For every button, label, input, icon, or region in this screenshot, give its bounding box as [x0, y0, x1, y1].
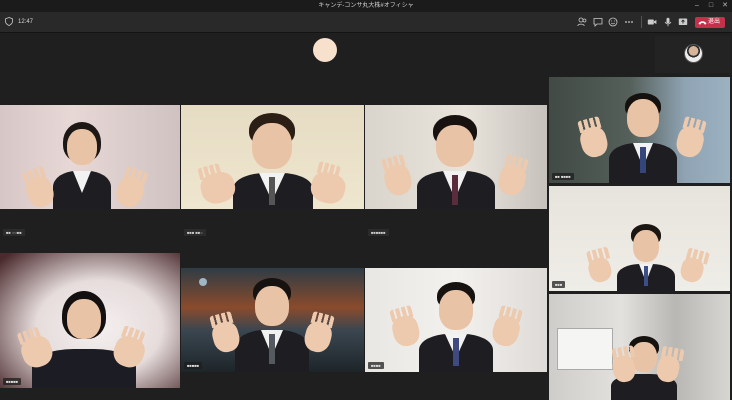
video-tile-4[interactable]: ■■■■■: [0, 253, 180, 388]
participant-9: [599, 334, 689, 400]
more-icon[interactable]: [624, 17, 634, 27]
video-tile-3[interactable]: [365, 105, 547, 209]
reactions-icon[interactable]: [608, 17, 618, 27]
name-label-6: ■■■■: [368, 362, 384, 369]
name-label-1: ■■ ○○■■: [3, 229, 25, 236]
close-icon[interactable]: ✕: [718, 0, 732, 12]
title-bar: キャンデ-コンサ丸大株#オフィシャ – □ ✕: [0, 0, 732, 12]
participant-4: [17, 289, 149, 388]
video-tile-7[interactable]: ■■ ■■■■: [549, 77, 730, 183]
window-title: キャンデ-コンサ丸大株#オフィシャ: [318, 3, 414, 9]
phone-hangup-icon: [698, 21, 707, 25]
share-icon[interactable]: [678, 17, 688, 27]
name-label-4: ■■■■■: [3, 378, 22, 385]
participant-5: [209, 276, 335, 372]
meeting-toolbar: 12:47 退出: [0, 12, 732, 33]
participant-6: [389, 280, 523, 372]
name-label-3: ■■■■■■: [368, 229, 389, 236]
shield-icon: [5, 17, 13, 26]
meeting-timer: 12:47: [18, 19, 34, 25]
name-label-8: ■■■: [552, 281, 566, 288]
name-label-2: ■■■ ■■○: [184, 229, 206, 236]
camera-icon[interactable]: [647, 17, 657, 27]
participant-3: [381, 113, 529, 209]
maximize-icon[interactable]: □: [704, 0, 718, 12]
participant-8: [586, 222, 706, 291]
video-tile-1[interactable]: [0, 105, 180, 209]
name-label-7: ■■ ■■■■: [552, 173, 574, 180]
mic-icon[interactable]: [663, 17, 673, 27]
participants-icon[interactable]: [577, 17, 587, 27]
video-tile-8[interactable]: ■■■: [549, 186, 730, 291]
self-preview[interactable]: [655, 36, 730, 73]
minimize-icon[interactable]: –: [690, 0, 704, 12]
name-label-5: ■■■■■: [184, 362, 203, 369]
participant-2: [197, 111, 349, 209]
self-avatar: [684, 44, 703, 63]
video-tile-2[interactable]: [181, 105, 364, 209]
chat-icon[interactable]: [593, 17, 603, 27]
video-tile-5[interactable]: ■■■■■: [181, 268, 364, 372]
center-avatar: [313, 38, 337, 62]
video-tile-6[interactable]: ■■■■: [365, 268, 547, 372]
participant-7: [577, 91, 707, 183]
leave-label: 退出: [708, 19, 721, 25]
toolbar-divider: [641, 16, 642, 28]
leave-button[interactable]: 退出: [695, 17, 725, 28]
video-tile-9[interactable]: [549, 294, 730, 400]
participant-1: [22, 119, 148, 209]
background-light: [199, 278, 207, 286]
